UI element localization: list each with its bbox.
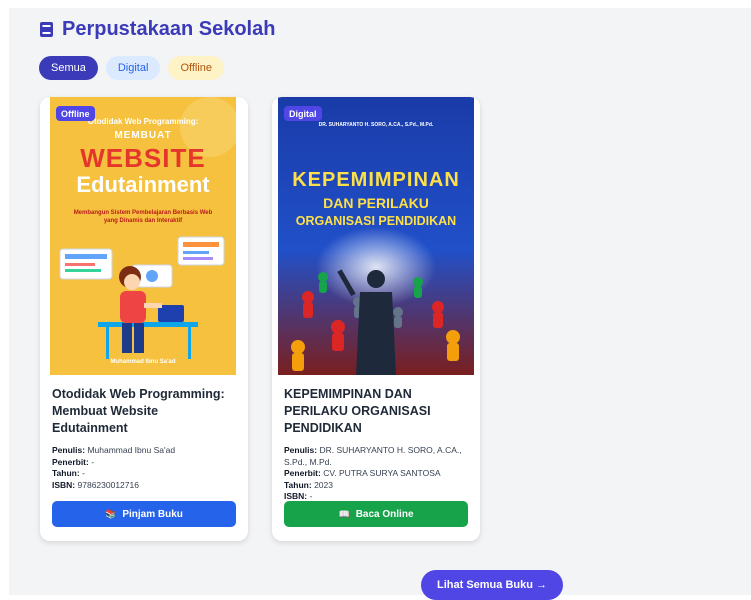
book-year: 2023 [314,479,333,490]
filter-bar: Semua Digital Offline [39,56,225,80]
book-isbn-row: ISBN: 9786230012716 [52,479,139,490]
book-publisher-row: Penerbit: CV. PUTRA SURYA SANTOSA [284,468,441,478]
filter-digital[interactable]: Digital [105,56,161,80]
cover-subtitle: Membangun Sistem Pembelajaran Berbasis W… [73,210,213,224]
book-cover[interactable]: Otodidak Web Programming: MEMBUAT WEBSIT… [50,97,236,375]
cover-line-2: MEMBUAT [114,130,172,141]
book-info: KEPEMIMPINAN DAN PERILAKU ORGANISASI PEN… [284,386,468,503]
book-author-row: Penulis: Muhammad Ibnu Sa'ad [52,445,176,455]
cover-title-1: KEPEMIMPINAN [292,169,460,191]
book-title: KEPEMIMPINAN DAN PERILAKU ORGANISASI PEN… [284,387,431,435]
book-card: DR. SUHARYANTO H. SORO, A.CA., S.Pd., M.… [272,97,480,541]
book-title: Otodidak Web Programming: Membuat Websit… [52,387,225,435]
book-year-row: Tahun: - [52,468,85,478]
book-year-row: Tahun: 2023 [284,479,333,490]
see-all-books-button[interactable]: Lihat Semua Buku → [421,570,563,600]
status-badge: Digital [284,106,322,121]
status-badge: Offline [56,106,95,121]
book-author: Muhammad Ibnu Sa'ad [87,445,176,455]
cover-author-line: DR. SUHARYANTO H. SORO, A.CA., S.Pd., M.… [318,122,434,128]
book-cover-illustration [278,97,474,375]
page-header: Perpustakaan Sekolah [39,16,275,42]
baca-online-button[interactable]: 📖 Baca Online [284,501,468,527]
book-icon [40,21,53,37]
book-year: - [82,468,85,478]
book-cover[interactable]: DR. SUHARYANTO H. SORO, A.CA., S.Pd., M.… [278,97,474,375]
pinjam-buku-button[interactable]: 📚 Pinjam Buku [52,501,236,527]
page-title: Perpustakaan Sekolah [62,17,276,40]
book-publisher: CV. PUTRA SURYA SANTOSA [323,468,441,478]
cover-line-4: Edutainment [76,172,210,197]
cover-line-3: WEBSITE [80,143,206,173]
pinjam-buku-label: Pinjam Buku [122,508,183,520]
baca-online-label: Baca Online [355,508,414,520]
book-isbn: 9786230012716 [77,479,139,490]
cover-author: Muhammad Ibnu Sa'ad [110,359,176,365]
book-publisher: - [91,456,95,467]
cover-title-3: ORGANISASI PENDIDIKAN [295,214,457,228]
books-icon: 📚 [105,508,117,519]
filter-offline[interactable]: Offline [168,56,225,80]
filter-semua[interactable]: Semua [39,56,98,80]
book-isbn: - [309,491,313,501]
book-publisher-row: Penerbit: - [52,456,95,467]
book-info: Otodidak Web Programming: Membuat Websit… [52,386,236,491]
cover-title-2: DAN PERILAKU [323,195,429,211]
open-book-icon: 📖 [338,508,350,519]
book-card: Otodidak Web Programming: MEMBUAT WEBSIT… [40,97,248,541]
book-author-row: Penulis: DR. SUHARYANTO H. SORO, A.CA., … [284,445,462,467]
